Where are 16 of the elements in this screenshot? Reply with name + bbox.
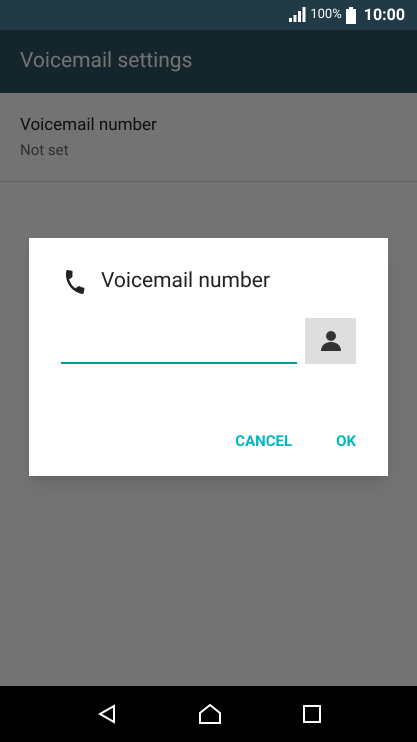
recent-apps-icon[interactable] <box>302 705 320 723</box>
dialog-title: Voicemail number <box>101 268 270 295</box>
dialog-button[interactable]: CANCEL <box>219 418 308 464</box>
back-icon[interactable] <box>96 704 116 724</box>
battery-percentage: 100% <box>310 6 342 24</box>
battery-icon <box>346 6 356 24</box>
signal-icon <box>288 7 306 23</box>
settings-item-subtitle: Not set <box>20 140 70 160</box>
clock: 10:00 <box>364 4 405 26</box>
dialog-button[interactable]: OK <box>320 418 372 464</box>
settings-item-title: Voicemail number <box>20 114 158 137</box>
contact-picker-button[interactable] <box>305 318 356 364</box>
person-icon <box>318 328 342 352</box>
home-icon[interactable] <box>198 703 222 725</box>
app-bar-title: Voicemail settings <box>20 48 192 75</box>
settings-item[interactable]: Voicemail number Not set <box>0 93 417 182</box>
